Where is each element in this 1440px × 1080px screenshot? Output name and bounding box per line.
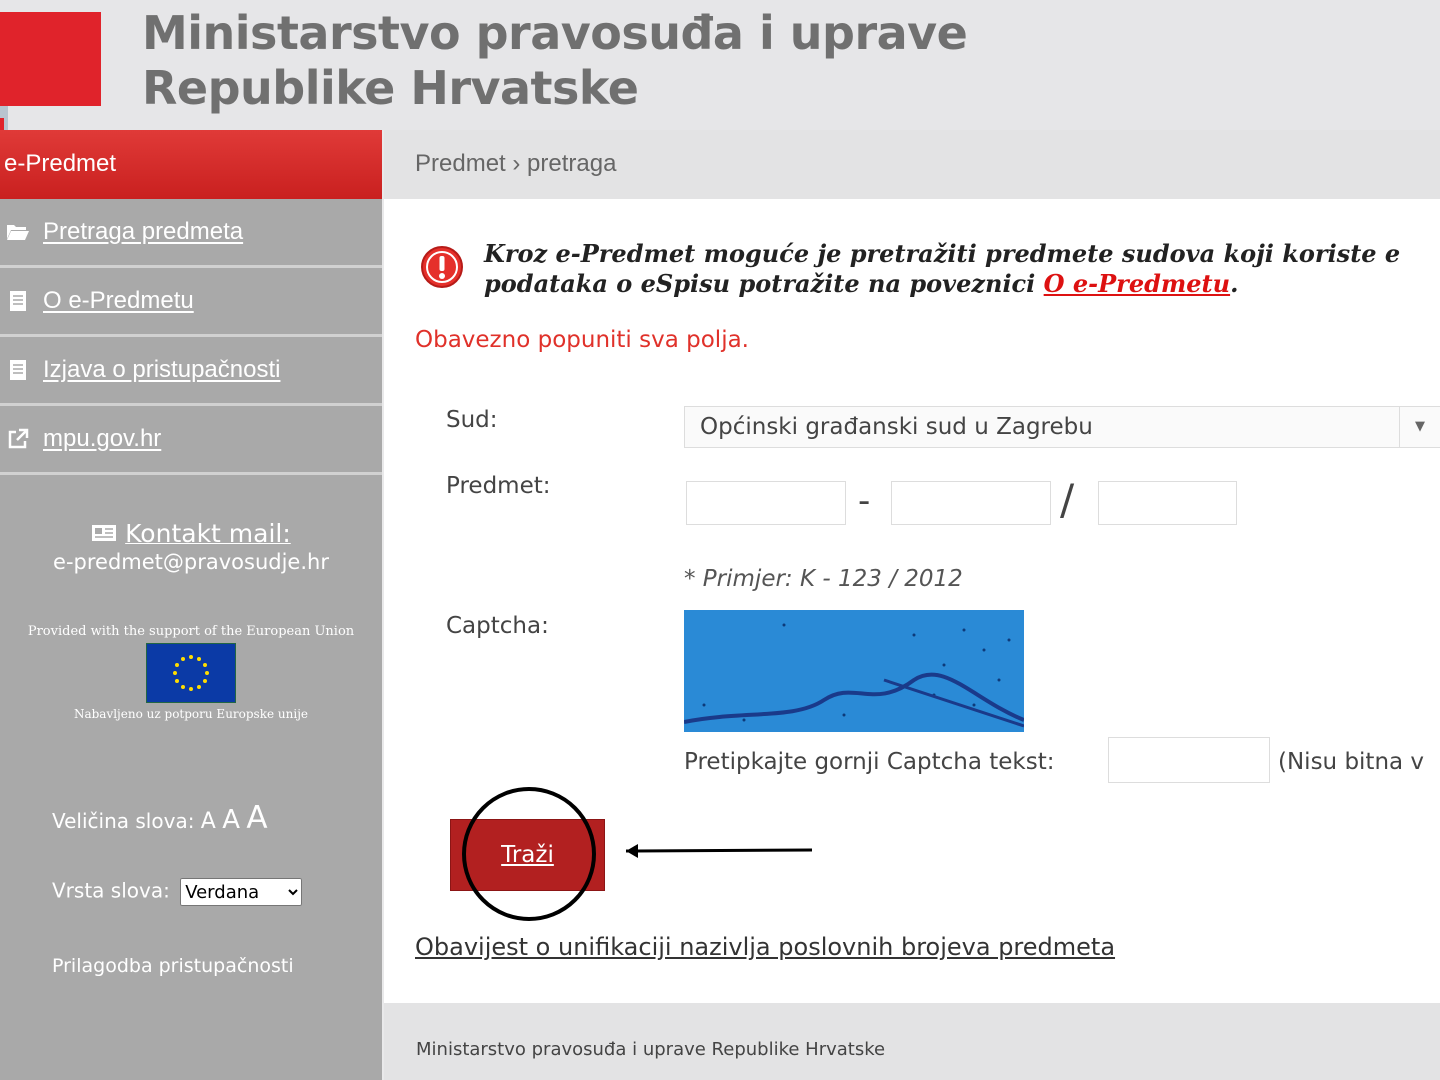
sidebar-item-mpu[interactable]: mpu.gov.hr (0, 406, 382, 475)
folder-open-icon (6, 221, 30, 243)
annotation-arrow-icon (622, 839, 822, 867)
unification-notice-link[interactable]: Obavijest o unifikaciji nazivlja poslovn… (415, 933, 1115, 961)
info-line1: Kroz e-Predmet moguće je pretražiti pred… (484, 239, 1401, 268)
o-epredmetu-link[interactable]: O e-Predmetu (1044, 269, 1230, 298)
case-dash: - (858, 481, 871, 521)
font-type-label: Vrsta slova: (52, 878, 170, 903)
font-size-control: Veličina slova: A A A (52, 800, 268, 836)
document-icon (6, 290, 30, 312)
eu-support: Provided with the support of the Europea… (0, 624, 382, 721)
captcha-input[interactable] (1108, 737, 1270, 783)
contact-email[interactable]: e-predmet@pravosudje.hr (0, 550, 382, 574)
info-line2: podataka o eSpisu potražite na poveznici (484, 269, 1044, 298)
font-type-control: Vrsta slova: Verdana (52, 878, 303, 906)
sidebar-item-label: mpu.gov.hr (43, 425, 162, 452)
main-content: Kroz e-Predmet moguće je pretražiti pred… (384, 199, 1440, 1003)
logo-accent-red (0, 118, 4, 130)
chevron-down-icon[interactable]: ▼ (1399, 407, 1440, 447)
sidebar-item-label: Izjava o pristupačnosti (43, 356, 281, 383)
court-select-value: Općinski građanski sud u Zagrebu (700, 414, 1093, 440)
required-fields-note: Obavezno popuniti sva polja. (415, 327, 749, 353)
sidebar: e-Predmet Pretraga predmeta O e-Predmetu… (0, 130, 382, 1080)
case-type-input[interactable] (686, 481, 846, 525)
site-header: Ministarstvo pravosuđa i uprave Republik… (0, 0, 1440, 130)
font-size-large-button[interactable]: A (246, 800, 267, 836)
case-number-input[interactable] (891, 481, 1051, 525)
sidebar-item-pretraga[interactable]: Pretraga predmeta (0, 199, 382, 268)
case-example: * Primjer: K - 123 / 2012 (684, 566, 963, 592)
site-title-line1: Ministarstvo pravosuđa i uprave (142, 6, 968, 60)
info-message: Kroz e-Predmet moguće je pretražiti pred… (484, 239, 1440, 299)
case-label: Predmet: (446, 473, 551, 499)
contact-card-icon (91, 519, 117, 548)
sidebar-item-izjava[interactable]: Izjava o pristupačnosti (0, 337, 382, 406)
captcha-image (684, 610, 1024, 732)
font-size-medium-button[interactable]: A (222, 805, 240, 835)
accessibility-link[interactable]: Prilagodba pristupačnosti (52, 955, 294, 977)
site-title: Ministarstvo pravosuđa i uprave Republik… (142, 6, 968, 116)
contact-block: Kontakt mail: e-predmet@pravosudje.hr (0, 519, 382, 574)
eu-flag-icon (146, 643, 236, 703)
info-end: . (1230, 269, 1239, 298)
case-slash: / (1060, 475, 1075, 524)
highlight-circle (462, 787, 596, 921)
sidebar-item-o-epredmetu[interactable]: O e-Predmetu (0, 268, 382, 337)
contact-title: Kontakt mail: (125, 519, 291, 548)
captcha-prompt: Pretipkajte gornji Captcha tekst: (684, 749, 1055, 775)
court-label: Sud: (446, 407, 498, 433)
eu-support-text-hr: Nabavljeno uz potporu Europske unije (73, 707, 309, 721)
captcha-hint: (Nisu bitna v (1278, 749, 1425, 775)
footer-text: Ministarstvo pravosuđa i uprave Republik… (416, 1039, 886, 1060)
eu-support-text-en: Provided with the support of the Europea… (27, 624, 355, 639)
font-size-small-button[interactable]: A (201, 809, 216, 834)
logo[interactable] (0, 12, 101, 106)
footer: Ministarstvo pravosuđa i uprave Republik… (384, 1003, 1440, 1080)
sidebar-item-label: Pretraga predmeta (43, 218, 244, 245)
external-link-icon (6, 428, 30, 450)
sidebar-title: e-Predmet (0, 130, 382, 199)
alert-icon (420, 245, 464, 289)
case-year-input[interactable] (1098, 481, 1237, 525)
document-icon (6, 359, 30, 381)
captcha-label: Captcha: (446, 613, 549, 639)
breadcrumb: Predmet › pretraga (384, 130, 1440, 199)
font-size-label: Veličina slova: (52, 809, 195, 833)
sidebar-item-label: O e-Predmetu (43, 287, 194, 314)
site-title-line2: Republike Hrvatske (142, 61, 639, 115)
court-select[interactable]: Općinski građanski sud u Zagrebu ▼ (684, 406, 1440, 448)
font-type-select[interactable]: Verdana (180, 878, 303, 906)
